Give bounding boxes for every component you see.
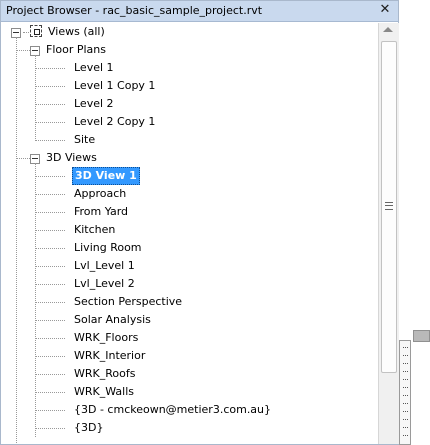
tree-leaf-item[interactable]: Site: [1, 131, 378, 149]
tree-leaf-label: WRK_Walls: [74, 385, 134, 398]
tree-leaf-item[interactable]: From Yard: [1, 203, 378, 221]
tree-connector: [35, 410, 65, 411]
tree-connector: [35, 212, 65, 213]
tree-label-views-all: Views (all): [48, 25, 105, 38]
scroll-up-arrow-icon[interactable]: [383, 27, 393, 32]
close-icon[interactable]: ✕: [378, 2, 392, 18]
tree-connector: [35, 428, 65, 429]
tree-connector: [16, 158, 30, 159]
tree-leaf-label: {3D - cmckeown@metier3.com.au}: [74, 403, 272, 416]
tree-leaf-label: WRK_Roofs: [74, 367, 136, 380]
tree-leaf-label: Approach: [74, 187, 127, 200]
tree-connector: [35, 374, 65, 375]
side-ruler-strip: [399, 340, 411, 445]
ruler-tick: [403, 411, 408, 412]
tree-leaf-item[interactable]: Approach: [1, 185, 378, 203]
ruler-tick: [403, 387, 408, 388]
tree-leaf-item[interactable]: {3D - cmckeown@metier3.com.au}: [1, 401, 378, 419]
tree-leaf-item[interactable]: Level 2: [1, 95, 378, 113]
tree-leaf-label: Lvl_Level 1: [74, 259, 135, 272]
ruler-tick: [403, 379, 408, 380]
tree-connector: [16, 50, 30, 51]
tree-leaf-item[interactable]: WRK_Roofs: [1, 365, 378, 383]
tree-leaf-item[interactable]: Level 1 Copy 1: [1, 77, 378, 95]
tree-connector: [35, 230, 65, 231]
tree-leaf-label: Living Room: [74, 241, 142, 254]
tree-leaf-label: From Yard: [74, 205, 129, 218]
tree-connector: [35, 320, 65, 321]
panel-title: Project Browser - rac_basic_sample_proje…: [6, 4, 263, 17]
tree-leaf-label: Level 1 Copy 1: [74, 79, 156, 92]
tree-leaf-item[interactable]: WRK_Floors: [1, 329, 378, 347]
tree-leaf-label: Level 2: [74, 97, 114, 110]
tree-leaf-item[interactable]: Lvl_Level 2: [1, 275, 378, 293]
scrollbar-thumb[interactable]: [381, 41, 397, 373]
project-browser-panel: Project Browser - rac_basic_sample_proje…: [0, 0, 399, 445]
tree-connector: [35, 302, 65, 303]
tree-connector: [35, 356, 65, 357]
side-panel-button[interactable]: [413, 330, 430, 342]
tree-connector: [35, 86, 65, 87]
tree-connector: [35, 248, 65, 249]
tree-leaf-item[interactable]: Solar Analysis: [1, 311, 378, 329]
tree-leaf-item[interactable]: 3D View 1: [1, 167, 378, 185]
tree-leaf-label-selected: 3D View 1: [72, 167, 140, 185]
tree-leaf-label: {3D}: [74, 421, 104, 434]
ruler-tick: [403, 347, 408, 348]
tree-leaf-item[interactable]: WRK_Interior: [1, 347, 378, 365]
tree-leaf-label: Section Perspective: [74, 295, 183, 308]
ruler-tick: [403, 435, 408, 436]
tree-node-3d-views[interactable]: 3D Views: [1, 149, 378, 167]
tree-leaf-item[interactable]: Level 1: [1, 59, 378, 77]
ruler-tick: [403, 363, 408, 364]
tree-leaf-item[interactable]: Lvl_Level 1: [1, 257, 378, 275]
view-all-icon: [30, 25, 42, 37]
tree-leaf-label: Kitchen: [74, 223, 116, 236]
ruler-tick: [403, 395, 408, 396]
vertical-scrollbar[interactable]: [378, 23, 399, 444]
ruler-tick: [403, 427, 408, 428]
tree-connector: [35, 338, 65, 339]
tree-connector: [35, 140, 65, 141]
tree-connector: [35, 68, 65, 69]
tree-node-floor-plans[interactable]: Floor Plans: [1, 41, 378, 59]
tree-leaf-item[interactable]: Living Room: [1, 239, 378, 257]
tree-leaf-label: Level 1: [74, 61, 114, 74]
tree-connector-root-h: [23, 32, 29, 33]
tree-leaf-item[interactable]: Kitchen: [1, 221, 378, 239]
tree-leaf-label: Site: [74, 133, 96, 146]
project-browser-titlebar[interactable]: Project Browser - rac_basic_sample_proje…: [1, 1, 398, 22]
tree-leaf-item[interactable]: Section Perspective: [1, 293, 378, 311]
tree-connector: [35, 392, 65, 393]
ruler-tick: [403, 403, 408, 404]
tree-connector: [35, 176, 65, 177]
tree-leaf-item[interactable]: WRK_Walls: [1, 383, 378, 401]
project-tree: Views (all) Floor Plans Level 1 Level 1 C…: [1, 23, 378, 444]
tree-leaf-label: WRK_Floors: [74, 331, 139, 344]
ruler-tick: [403, 355, 408, 356]
tree-leaf-label: Lvl_Level 2: [74, 277, 135, 290]
tree-label-3d-views: 3D Views: [46, 151, 97, 164]
tree-connector: [35, 194, 65, 195]
tree-node-views-all[interactable]: Views (all): [1, 23, 378, 41]
tree-leaf-label: Level 2 Copy 1: [74, 115, 156, 128]
tree-connector: [35, 284, 65, 285]
tree-connector: [35, 122, 65, 123]
tree-label-floor-plans: Floor Plans: [46, 43, 106, 56]
tree-leaf-label: WRK_Interior: [74, 349, 146, 362]
tree-leaf-item[interactable]: Level 2 Copy 1: [1, 113, 378, 131]
tree-connector: [35, 104, 65, 105]
tree-connector: [35, 266, 65, 267]
ruler-tick: [403, 419, 408, 420]
tree-leaf-label: Solar Analysis: [74, 313, 151, 326]
scroll-grip-icon: [385, 202, 393, 210]
tree-leaf-item[interactable]: {3D}: [1, 419, 378, 437]
ruler-tick: [403, 371, 408, 372]
